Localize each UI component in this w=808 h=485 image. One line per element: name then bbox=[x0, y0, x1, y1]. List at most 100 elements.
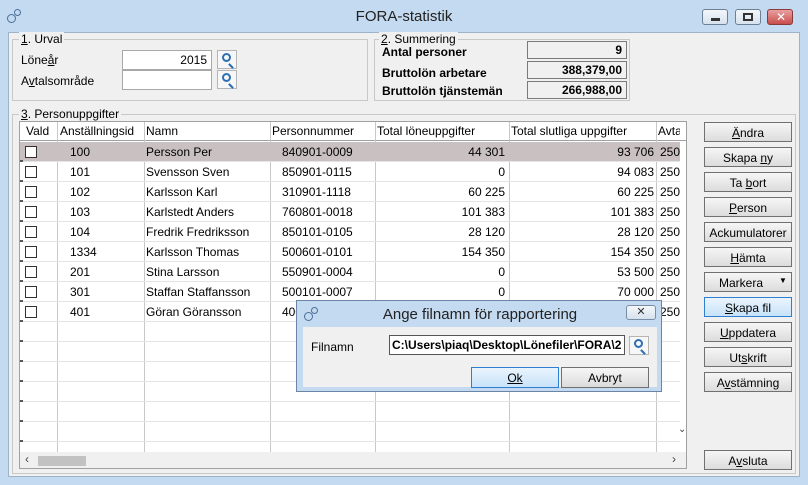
lonear-search-button[interactable] bbox=[217, 50, 237, 69]
cell-total-lon: 0 bbox=[498, 265, 505, 279]
cell-anstallningsid: 104 bbox=[70, 225, 91, 239]
utskrift-button[interactable]: Utskrift bbox=[704, 347, 792, 367]
avbryt-button[interactable]: Avbryt bbox=[561, 367, 649, 388]
table-row[interactable]: 101 Svensson Sven 850901-0115 0 94 083 250 bbox=[20, 162, 680, 182]
col-header-namn[interactable]: Namn bbox=[146, 122, 178, 140]
maximize-button[interactable] bbox=[735, 9, 761, 25]
col-header-vald[interactable]: Vald bbox=[26, 122, 49, 140]
vald-checkbox[interactable] bbox=[25, 146, 37, 158]
cell-avtal: 250 bbox=[660, 145, 680, 159]
cell-total-slutliga: 70 000 bbox=[617, 285, 654, 299]
dropdown-arrow-icon: ▼ bbox=[779, 276, 787, 285]
vald-checkbox[interactable] bbox=[25, 246, 37, 258]
person-table[interactable]: Vald Anställningsid Namn Personnummer To… bbox=[19, 121, 687, 469]
filnamn-browse-button[interactable] bbox=[629, 336, 649, 355]
cell-namn: Fredrik Fredriksson bbox=[146, 225, 250, 239]
cell-avtal: 250 bbox=[660, 205, 680, 219]
cell-personnummer: 850901-0115 bbox=[282, 165, 352, 179]
vald-checkbox[interactable] bbox=[25, 266, 37, 278]
horizontal-scroll-thumb[interactable] bbox=[38, 456, 86, 466]
summering-legend: 2. Summering bbox=[379, 32, 458, 46]
close-button[interactable]: ✕ bbox=[767, 9, 793, 25]
cell-namn: Stina Larsson bbox=[146, 265, 220, 279]
vald-checkbox[interactable] bbox=[25, 186, 37, 198]
filename-dialog: Ange filnamn för rapportering ✕ Filnamn … bbox=[296, 300, 662, 392]
table-row[interactable]: 100 Persson Per 840901-0009 44 301 93 706 250 bbox=[20, 142, 680, 162]
vald-checkbox[interactable] bbox=[25, 306, 37, 318]
andra-button[interactable]: Ändra bbox=[704, 122, 792, 142]
cell-namn: Karlsson Thomas bbox=[146, 245, 240, 259]
cell-anstallningsid: 401 bbox=[70, 305, 91, 319]
cell-personnummer: 550901-0004 bbox=[282, 265, 353, 279]
cell-total-lon: 60 225 bbox=[468, 185, 505, 199]
col-header-total-loneuppgifter[interactable]: Total löneuppgifter bbox=[377, 122, 475, 140]
chevron-left-icon[interactable]: ‹ bbox=[25, 452, 29, 466]
ackumulatorer-button[interactable]: Ackumulatorer bbox=[704, 222, 792, 242]
cell-total-lon: 0 bbox=[498, 285, 505, 299]
search-icon bbox=[634, 339, 643, 348]
col-header-personnummer[interactable]: Personnummer bbox=[272, 122, 354, 140]
avsluta-button[interactable]: Avsluta bbox=[704, 450, 792, 470]
lonear-label: Löneår bbox=[21, 53, 59, 67]
antal-personer-label: Antal personer bbox=[382, 45, 467, 59]
table-row[interactable]: 201 Stina Larsson 550901-0004 0 53 500 250 bbox=[20, 262, 680, 282]
markera-button[interactable]: Markera ▼ bbox=[704, 272, 792, 292]
table-row[interactable]: 103 Karlstedt Anders 760801-0018 101 383 101… bbox=[20, 202, 680, 222]
cell-anstallningsid: 201 bbox=[70, 265, 91, 279]
cell-personnummer: 840901-0009 bbox=[282, 145, 353, 159]
avtalsomrade-label: Avtalsområde bbox=[21, 74, 95, 88]
avtalsomrade-search-button[interactable] bbox=[217, 70, 237, 89]
avtalsomrade-input[interactable] bbox=[122, 70, 212, 90]
cell-avtal: 250 bbox=[660, 285, 680, 299]
vald-checkbox[interactable] bbox=[25, 206, 37, 218]
hamta-button[interactable]: Hämta bbox=[704, 247, 792, 267]
col-header-avtal[interactable]: Avta bbox=[658, 122, 680, 140]
table-row[interactable]: 1334 Karlsson Thomas 500601-0101 154 350 154… bbox=[20, 242, 680, 262]
cell-personnummer: 760801-0018 bbox=[282, 205, 353, 219]
vald-checkbox[interactable] bbox=[25, 226, 37, 238]
uppdatera-button[interactable]: Uppdatera bbox=[704, 322, 792, 342]
filnamn-input[interactable]: C:\Users\piaq\Desktop\Lönefiler\FORA\2 bbox=[389, 335, 625, 355]
table-row[interactable]: 104 Fredrik Fredriksson 850101-0105 28 120 2… bbox=[20, 222, 680, 242]
vertical-scrollbar[interactable]: ⌄ bbox=[678, 122, 686, 452]
lonear-input[interactable] bbox=[122, 50, 212, 70]
search-icon bbox=[222, 53, 231, 62]
table-row[interactable]: 102 Karlsson Karl 310901-1118 60 225 60 225 2… bbox=[20, 182, 680, 202]
col-header-total-slutliga[interactable]: Total slutliga uppgifter bbox=[511, 122, 627, 140]
title-bar: FORA-statistik ✕ bbox=[0, 0, 808, 32]
vald-checkbox[interactable] bbox=[25, 286, 37, 298]
dialog-close-button[interactable]: ✕ bbox=[626, 305, 656, 320]
cell-namn: Göran Göransson bbox=[146, 305, 242, 319]
cell-total-slutliga: 28 120 bbox=[617, 225, 654, 239]
cell-anstallningsid: 103 bbox=[70, 205, 91, 219]
bruttolon-tjansteman-label: Bruttolön tjänstemän bbox=[382, 84, 503, 98]
person-button[interactable]: Person bbox=[704, 197, 792, 217]
main-window: 1. Urval Löneår Avtalsområde 2. Summerin… bbox=[8, 32, 800, 477]
cell-avtal: 250 bbox=[660, 185, 680, 199]
cell-avtal: 250 bbox=[660, 305, 680, 319]
ta-bort-button[interactable]: Ta bort bbox=[704, 172, 792, 192]
bruttolon-arbetare-value: 388,379,00 bbox=[527, 61, 627, 79]
skapa-ny-button[interactable]: Skapa ny bbox=[704, 147, 792, 167]
cell-personnummer: 850101-0105 bbox=[282, 225, 353, 239]
cell-avtal: 250 bbox=[660, 165, 680, 179]
cell-namn: Persson Per bbox=[146, 145, 213, 159]
cell-anstallningsid: 1334 bbox=[70, 245, 97, 259]
horizontal-scrollbar[interactable]: ‹ › bbox=[20, 452, 686, 468]
vald-checkbox[interactable] bbox=[25, 166, 37, 178]
chevron-right-icon[interactable]: › bbox=[672, 452, 676, 466]
cell-personnummer: 310901-1118 bbox=[282, 185, 351, 199]
table-row[interactable]: 301 Staffan Staffansson 500101-0007 0 70 000… bbox=[20, 282, 680, 302]
minimize-button[interactable] bbox=[702, 9, 728, 25]
skapa-fil-button[interactable]: Skapa fil bbox=[704, 297, 792, 317]
filnamn-label: Filnamn bbox=[311, 340, 354, 354]
cell-avtal: 250 bbox=[660, 245, 680, 259]
ok-button[interactable]: Ok bbox=[471, 367, 559, 388]
cell-namn: Staffan Staffansson bbox=[146, 285, 251, 299]
chevron-down-icon[interactable]: ⌄ bbox=[678, 424, 686, 435]
cell-total-slutliga: 154 350 bbox=[610, 245, 654, 259]
cell-total-slutliga: 60 225 bbox=[617, 185, 654, 199]
cell-personnummer: 500101-0007 bbox=[282, 285, 353, 299]
avstamning-button[interactable]: Avstämning bbox=[704, 372, 792, 392]
col-header-anstallningsid[interactable]: Anställningsid bbox=[60, 122, 145, 140]
